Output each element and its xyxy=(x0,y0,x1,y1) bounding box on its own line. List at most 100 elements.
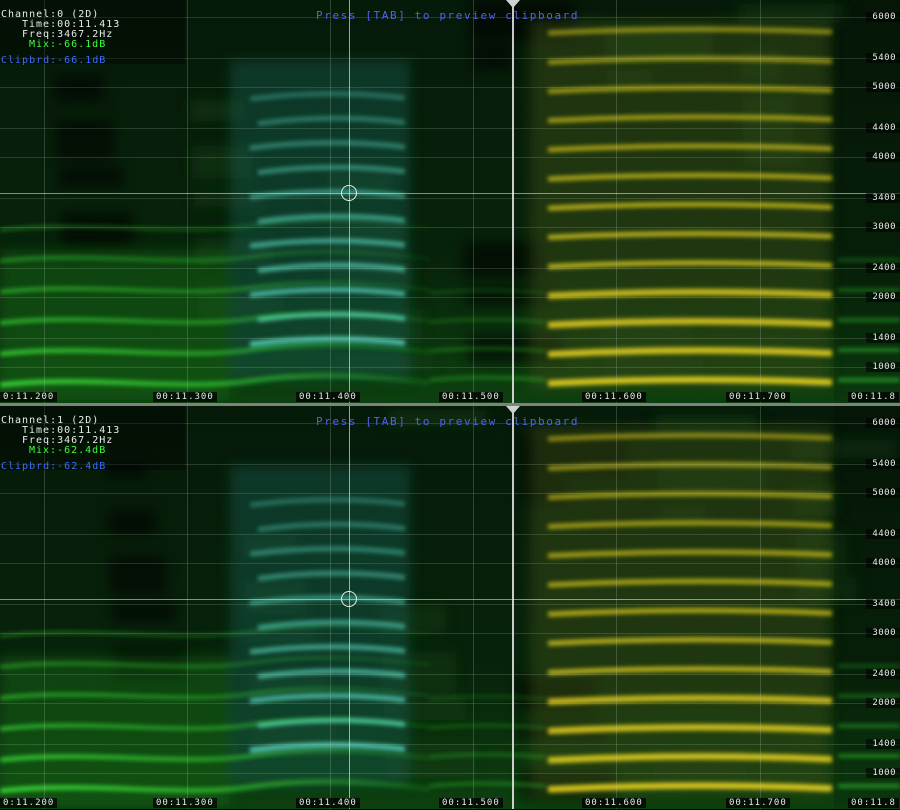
time-tick-label: 00:11.600 xyxy=(582,798,646,808)
frequency-tick-label: 6000 xyxy=(866,12,900,22)
channel-0-spectrogram[interactable]: Channel:0 (2D) Time:00:11.413 Freq:3467.… xyxy=(0,0,900,403)
frequency-grid-line xyxy=(0,268,900,269)
cyan-harmonic xyxy=(249,91,406,102)
time-grid-line xyxy=(616,406,617,809)
time-tick-label: 00:11.8 xyxy=(848,798,899,808)
yellow-harmonic xyxy=(547,172,833,182)
frequency-tick-label: 4000 xyxy=(866,152,900,162)
playhead-marker-icon[interactable] xyxy=(506,406,520,414)
cyan-harmonic xyxy=(249,140,406,151)
time-grid-line xyxy=(473,406,474,809)
green-harmonic xyxy=(429,781,546,788)
yellow-harmonic xyxy=(547,723,833,735)
yellow-harmonic xyxy=(547,782,833,793)
green-harmonic xyxy=(0,373,431,388)
green-harmonic xyxy=(0,311,431,326)
time-grid-line xyxy=(616,0,617,403)
green-harmonic xyxy=(0,249,431,263)
cursor-horizontal-line xyxy=(0,599,900,600)
cyan-harmonic xyxy=(249,742,406,753)
green-harmonic xyxy=(0,686,431,700)
time-tick-label: 00:11.8 xyxy=(848,392,899,402)
cyan-harmonic xyxy=(257,570,406,581)
cursor-crosshair-icon xyxy=(341,591,357,607)
frequency-grid-line xyxy=(0,297,900,298)
green-harmonic xyxy=(0,717,431,732)
green-harmonic xyxy=(0,219,431,232)
yellow-harmonic xyxy=(547,231,833,240)
yellow-harmonic xyxy=(547,26,833,36)
cursor-horizontal-line xyxy=(0,193,900,194)
mix-level-readout: Mix:-62.4dB xyxy=(29,445,107,456)
time-tick-label: 00:11.500 xyxy=(439,392,503,402)
green-harmonic xyxy=(429,317,546,324)
yellow-harmonic xyxy=(547,260,833,270)
clipboard-level-readout: Clipbrd:-62.4dB xyxy=(1,461,107,472)
frequency-grid-line xyxy=(0,744,900,745)
frequency-grid-line xyxy=(0,703,900,704)
cyan-harmonic xyxy=(249,693,406,704)
time-grid-line xyxy=(330,406,331,809)
frequency-tick-label: 2000 xyxy=(866,698,900,708)
frequency-grid-line xyxy=(0,338,900,339)
yellow-harmonic xyxy=(547,549,833,559)
time-tick-label: 00:11.700 xyxy=(726,798,790,808)
playhead-line[interactable] xyxy=(512,406,514,809)
frequency-grid-line xyxy=(0,674,900,675)
time-tick-label: 00:11.600 xyxy=(582,392,646,402)
cursor-vertical-line xyxy=(349,0,350,403)
yellow-harmonic xyxy=(547,288,833,300)
green-harmonic xyxy=(0,342,431,357)
frequency-grid-line xyxy=(0,227,900,228)
green-harmonic xyxy=(429,346,546,353)
cyan-harmonic xyxy=(249,287,406,298)
frequency-tick-label: 6000 xyxy=(866,418,900,428)
frequency-tick-label: 2400 xyxy=(866,263,900,273)
frequency-tick-label: 1400 xyxy=(866,333,900,343)
green-harmonic xyxy=(0,779,431,794)
time-tick-label: 00:11.500 xyxy=(439,798,503,808)
frequency-grid-line xyxy=(0,604,900,605)
playhead-line[interactable] xyxy=(512,0,514,403)
clipboard-preview-hint: Press [TAB] to preview clipboard xyxy=(316,9,580,22)
time-grid-line xyxy=(187,406,188,809)
time-tick-label: 00:11.400 xyxy=(296,392,360,402)
time-grid-line xyxy=(187,0,188,403)
frequency-tick-label: 5000 xyxy=(866,488,900,498)
time-tick-label: 0:11.200 xyxy=(0,392,58,402)
mix-level-readout: Mix:-66.1dB xyxy=(29,39,107,50)
yellow-harmonic xyxy=(547,491,833,500)
frequency-tick-label: 1000 xyxy=(866,362,900,372)
cyan-harmonic xyxy=(249,546,406,557)
frequency-grid-line xyxy=(0,493,900,494)
frequency-grid-line xyxy=(0,198,900,199)
frequency-tick-label: 4400 xyxy=(866,123,900,133)
time-grid-line xyxy=(760,406,761,809)
time-tick-label: 00:11.300 xyxy=(153,392,217,402)
frequency-tick-label: 2400 xyxy=(866,669,900,679)
time-grid-line xyxy=(330,0,331,403)
time-tick-label: 00:11.400 xyxy=(296,798,360,808)
green-harmonic xyxy=(429,752,546,759)
spectrogram-editor: Channel:0 (2D) Time:00:11.413 Freq:3467.… xyxy=(0,0,900,810)
frequency-tick-label: 3400 xyxy=(866,193,900,203)
playhead-marker-icon[interactable] xyxy=(506,0,520,8)
cyan-harmonic xyxy=(257,115,406,126)
yellow-harmonic xyxy=(547,578,833,588)
cyan-harmonic xyxy=(257,311,406,322)
frequency-grid-line xyxy=(0,128,900,129)
yellow-harmonic xyxy=(547,432,833,442)
channel-1-spectrogram[interactable]: Channel:1 (2D) Time:00:11.413 Freq:3467.… xyxy=(0,406,900,809)
harmonic-bands xyxy=(0,26,900,388)
yellow-harmonic xyxy=(547,376,833,387)
harmonic-bands xyxy=(0,432,900,794)
time-tick-label: 00:11.300 xyxy=(153,798,217,808)
frequency-grid-line xyxy=(0,534,900,535)
green-harmonic xyxy=(429,694,546,701)
yellow-harmonic xyxy=(547,520,833,530)
green-harmonic xyxy=(429,288,546,295)
frequency-tick-label: 1400 xyxy=(866,739,900,749)
frequency-tick-label: 3400 xyxy=(866,599,900,609)
yellow-harmonic xyxy=(547,201,833,211)
yellow-harmonic xyxy=(547,637,833,646)
